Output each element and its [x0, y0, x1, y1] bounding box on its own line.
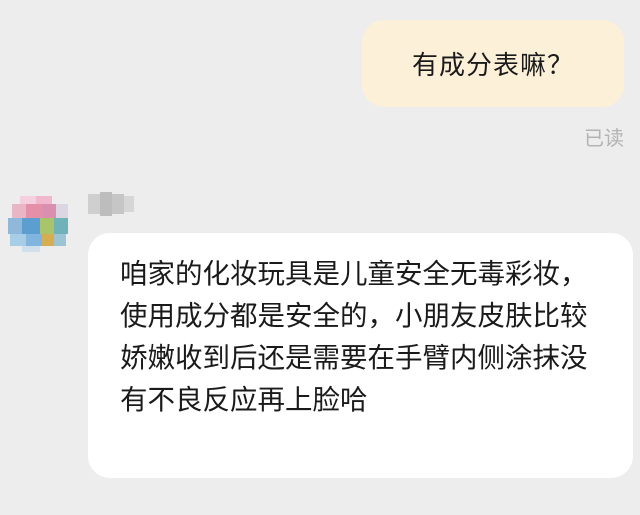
read-status: 已读 — [584, 126, 624, 150]
avatar-pixel — [22, 218, 40, 234]
sender-name — [88, 190, 136, 218]
received-message-bubble[interactable]: 咱家的化妆玩具是儿童安全无毒彩妆，使用成分都是安全的，小朋友皮肤比较娇嫩收到后还… — [88, 233, 633, 478]
avatar-pixel — [20, 196, 36, 204]
sent-message-bubble[interactable]: 有成分表嘛？ — [362, 20, 624, 107]
avatar-pixel — [22, 246, 40, 252]
name-pixel-block — [88, 194, 100, 214]
avatar-pixel — [42, 234, 54, 246]
avatar-pixel — [26, 204, 42, 218]
avatar-pixel — [54, 234, 66, 246]
avatar-pixel — [40, 218, 54, 234]
sent-message-text: 有成分表嘛？ — [411, 51, 574, 81]
avatar-pixel — [8, 218, 22, 234]
received-message-text: 咱家的化妆玩具是儿童安全无毒彩妆，使用成分都是安全的，小朋友皮肤比较娇嫩收到后还… — [120, 258, 588, 416]
avatar-pixel — [12, 204, 26, 218]
avatar-pixel — [26, 234, 42, 246]
avatar-pixel — [54, 218, 68, 234]
sender-avatar[interactable] — [8, 196, 72, 252]
avatar-pixel — [36, 196, 52, 204]
avatar-pixel — [42, 204, 56, 218]
name-pixel-block — [124, 196, 134, 212]
name-pixel-block — [100, 192, 112, 216]
avatar-pixel — [10, 234, 26, 246]
name-pixel-block — [112, 194, 124, 214]
avatar-pixel — [56, 204, 68, 218]
